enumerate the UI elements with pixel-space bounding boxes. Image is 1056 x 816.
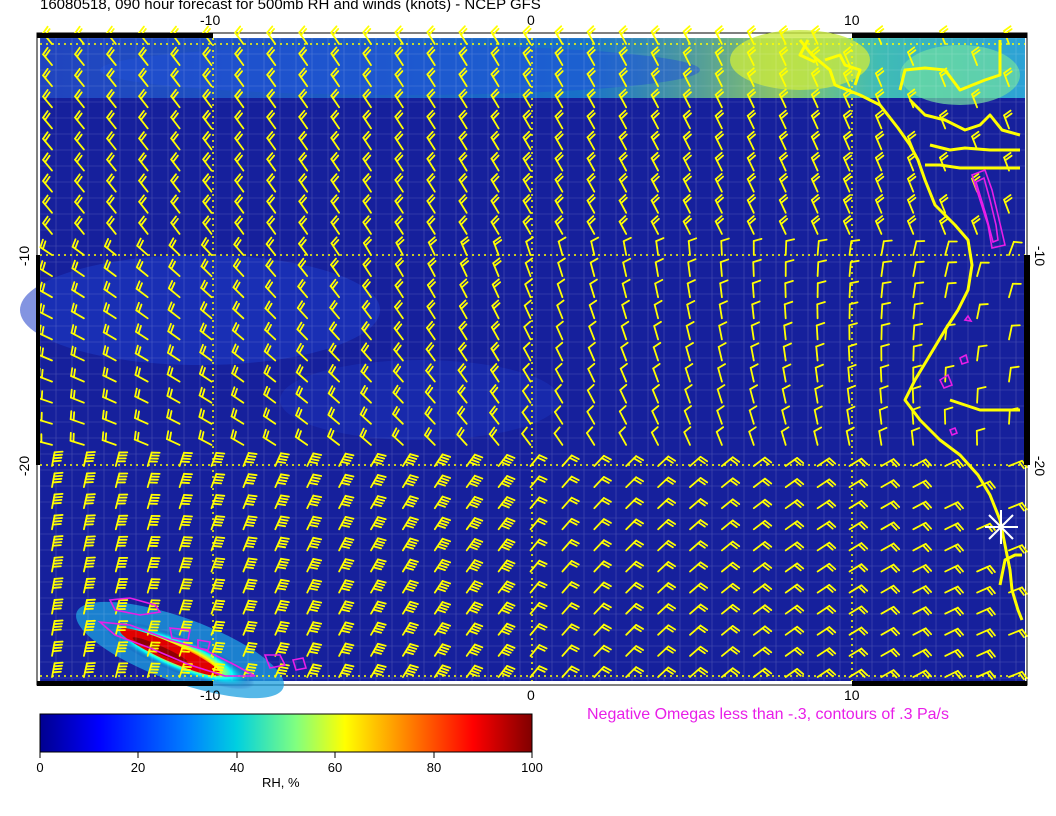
lat-label-right-1: -10 [1032, 245, 1049, 267]
colorbar-gradient [39, 713, 533, 753]
colorbar-label: RH, % [262, 775, 300, 790]
forecast-map [20, 25, 1030, 699]
colorbar-tick: 0 [36, 760, 44, 775]
lon-label-bottom-3: 10 [844, 687, 860, 703]
lat-label-right-2: -20 [1032, 455, 1049, 477]
colorbar-tick: 60 [327, 760, 343, 775]
omega-note: Negative Omegas less than -.3, contours … [587, 706, 949, 723]
colorbar-tick: 40 [229, 760, 245, 775]
lon-label-bottom-1: -10 [200, 687, 221, 703]
lon-label-bottom-2: 0 [527, 687, 535, 703]
lon-label-top-1: -10 [200, 12, 221, 28]
lat-label-left-2: -20 [16, 455, 33, 477]
colorbar-tick: 20 [130, 760, 146, 775]
lon-label-top-3: 10 [844, 12, 860, 28]
asterisk-marker-icon [985, 510, 1018, 544]
colorbar-tick: 100 [521, 760, 543, 775]
lat-label-left-1: -10 [16, 245, 33, 267]
lon-label-top-2: 0 [527, 12, 535, 28]
colorbar-tick: 80 [426, 760, 442, 775]
